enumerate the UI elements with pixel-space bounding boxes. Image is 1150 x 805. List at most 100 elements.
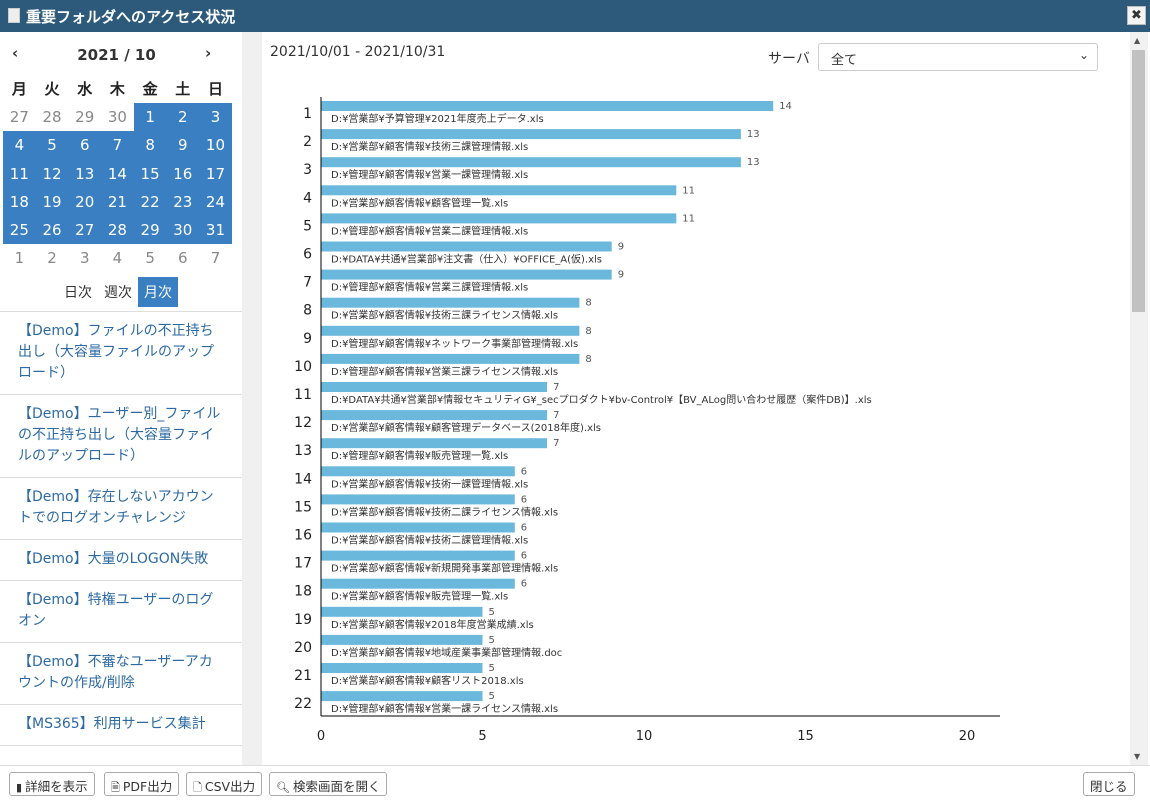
calendar-day[interactable]: 12 — [35, 159, 69, 188]
calendar-day[interactable]: 13 — [68, 159, 102, 188]
calendar-day[interactable]: 9 — [166, 131, 200, 160]
calendar-day[interactable]: 2 — [36, 244, 69, 272]
report-list-item[interactable]: 【MS365】利用サービス集計 — [0, 705, 242, 746]
calendar-day[interactable]: 6 — [166, 244, 199, 272]
scroll-down-icon[interactable]: ▼ — [1134, 752, 1140, 761]
bar-chart: 14D:¥営業部¥予算管理¥2021年度売上データ.xls113D:¥営業部¥顧… — [294, 97, 1000, 744]
bar-value-label: 8 — [585, 326, 591, 337]
next-month-button[interactable]: › — [205, 44, 211, 62]
rank-label: 4 — [303, 190, 312, 206]
bar-value-label: 6 — [521, 579, 527, 590]
open-search-button[interactable]: 🔍︎ 検索画面を開く — [269, 772, 388, 796]
show-details-button[interactable]: ▮ 詳細を表示 — [9, 772, 95, 796]
rank-label: 2 — [303, 134, 312, 150]
calendar-day[interactable]: 19 — [35, 187, 69, 216]
bar-file-label: D:¥営業部¥予算管理¥2021年度売上データ.xls — [331, 112, 544, 125]
bar-file-label: D:¥営業部¥顧客情報¥顧客管理一覧.xls — [331, 196, 508, 209]
report-list-item[interactable]: 【Demo】ユーザー別_ファイルの不正持ち出し（大容量ファイルのアップロード） — [0, 395, 242, 478]
bar-value-label: 6 — [521, 466, 527, 477]
bar — [321, 241, 612, 252]
calendar-day[interactable]: 23 — [166, 187, 200, 216]
calendar-day[interactable]: 30 — [101, 103, 134, 131]
report-list-item[interactable]: 【Demo】特権ユーザーのログオン — [0, 581, 242, 643]
bar — [321, 325, 580, 336]
calendar-day[interactable]: 3 — [199, 103, 232, 132]
calendar-month: 2021 / 10 — [77, 46, 156, 64]
calendar-day[interactable]: 22 — [133, 187, 167, 216]
calendar-day[interactable]: 24 — [199, 187, 232, 216]
rank-label: 17 — [294, 556, 312, 572]
bar — [321, 606, 483, 617]
period-monthly-button[interactable]: 月次 — [138, 277, 178, 307]
calendar-day[interactable]: 27 — [68, 215, 102, 245]
scroll-up-icon[interactable]: ▲ — [1134, 36, 1140, 45]
bar-file-label: D:¥営業部¥顧客情報¥技術一課管理情報.xls — [331, 477, 528, 490]
calendar-day[interactable]: 21 — [101, 187, 134, 216]
close-window-button[interactable]: ✖ — [1127, 6, 1146, 25]
report-list: 【Demo】ファイルの不正持ち出し（大容量ファイルのアップロード） 【Demo】ユ… — [0, 311, 242, 746]
report-list-item[interactable]: 【Demo】存在しないアカウントでのログオンチャレンジ — [0, 478, 242, 540]
calendar-day[interactable]: 10 — [199, 131, 232, 160]
calendar-day[interactable]: 20 — [68, 187, 102, 216]
calendar-day[interactable]: 7 — [199, 244, 232, 272]
close-button[interactable]: 閉じる — [1083, 772, 1135, 796]
calendar-day[interactable]: 1 — [133, 103, 167, 132]
calendar-day[interactable]: 28 — [101, 215, 134, 245]
bar-file-label: D:¥営業部¥顧客情報¥技術二課管理情報.xls — [331, 534, 528, 547]
calendar-day[interactable]: 7 — [101, 131, 134, 160]
pdf-export-button[interactable]: 🗎 PDF出力 — [104, 772, 180, 796]
calendar-day[interactable]: 6 — [68, 131, 102, 160]
bar-file-label: D:¥営業部¥顧客情報¥技術三課ライセンス情報.xls — [331, 309, 558, 322]
calendar-day[interactable]: 4 — [3, 131, 36, 160]
calendar-day[interactable]: 25 — [3, 215, 36, 245]
calendar-day[interactable]: 2 — [166, 103, 200, 132]
bar-value-label: 5 — [489, 663, 495, 674]
calendar-day[interactable]: 14 — [101, 159, 134, 188]
window-titlebar: 重要フォルダへのアクセス状況 ✖ — [0, 0, 1150, 32]
calendar-day[interactable]: 1 — [3, 244, 36, 272]
calendar-day[interactable]: 26 — [35, 215, 69, 245]
bar-file-label: D:¥営業部¥顧客情報¥新規開発事業部管理情報.xls — [331, 562, 558, 575]
calendar-day[interactable]: 4 — [101, 244, 134, 272]
calendar-day[interactable]: 30 — [166, 215, 200, 245]
report-list-item[interactable]: 【Demo】ファイルの不正持ち出し（大容量ファイルのアップロード） — [0, 312, 242, 395]
calendar-day[interactable]: 17 — [199, 159, 232, 188]
rank-label: 20 — [294, 640, 312, 656]
show-details-label: 詳細を表示 — [25, 779, 88, 794]
bar-file-label: D:¥DATA¥共通¥営業部¥情報セキュリティG¥_secプロダクト¥bv-Co… — [331, 393, 872, 406]
bar-file-label: D:¥営業部¥顧客情報¥販売管理一覧.xls — [331, 590, 508, 603]
bar-value-label: 11 — [682, 185, 695, 196]
report-list-item[interactable]: 【Demo】不審なユーザーアカウントの作成/削除 — [0, 643, 242, 705]
scrollbar-thumb[interactable] — [1132, 50, 1145, 312]
bar — [321, 382, 548, 392]
calendar-day[interactable]: 27 — [3, 103, 36, 131]
calendar-day[interactable]: 5 — [35, 131, 69, 160]
calendar-day[interactable]: 11 — [3, 159, 36, 188]
left-panel: ‹ 2021 / 10 › 月火水木金土日 27 28 29 30 1 2 3 4 5 6 7 8 9 10… — [0, 32, 242, 765]
csv-export-button[interactable]: 🗋 CSV出力 — [186, 772, 263, 796]
bar-file-label: D:¥営業部¥顧客情報¥地域産業事業部管理情報.doc — [331, 646, 562, 659]
bar-value-label: 8 — [585, 298, 591, 309]
calendar-day[interactable]: 29 — [133, 215, 167, 245]
calendar-day[interactable]: 29 — [68, 103, 101, 131]
bar — [321, 634, 483, 645]
period-daily-button[interactable]: 日次 — [58, 277, 98, 307]
report-list-item[interactable]: 【Demo】大量のLOGON失敗 — [0, 540, 242, 581]
bar — [321, 522, 515, 533]
rank-label: 5 — [303, 218, 312, 234]
calendar-day[interactable]: 8 — [133, 131, 167, 160]
calendar-day[interactable]: 18 — [3, 187, 36, 216]
calendar-day[interactable]: 28 — [36, 103, 69, 131]
period-weekly-button[interactable]: 週次 — [98, 277, 138, 307]
scrollbar[interactable]: ▲ ▼ — [1130, 32, 1148, 765]
x-tick-label: 5 — [478, 729, 486, 744]
rank-label: 7 — [303, 275, 312, 291]
calendar-day[interactable]: 16 — [166, 159, 200, 188]
weekday-header: 月 — [11, 80, 27, 98]
bar-value-label: 7 — [553, 438, 559, 449]
bar — [321, 213, 677, 224]
calendar-day[interactable]: 15 — [133, 159, 167, 188]
calendar-day[interactable]: 5 — [134, 244, 167, 272]
calendar-day[interactable]: 31 — [199, 215, 232, 245]
calendar-day[interactable]: 3 — [68, 244, 101, 272]
